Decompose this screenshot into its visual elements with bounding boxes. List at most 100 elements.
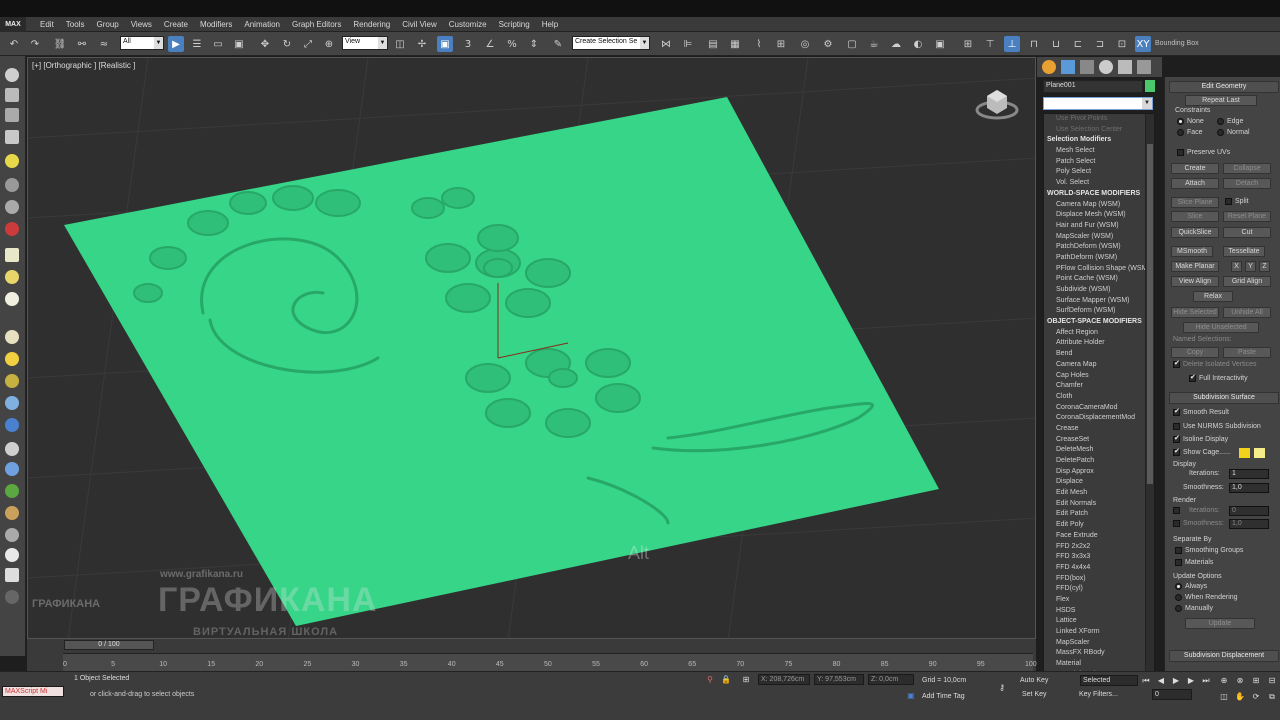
modifier-list-item[interactable]: PathDeform (WSM) [1044, 253, 1146, 264]
modifier-list-combo[interactable]: ▼ [1043, 97, 1153, 110]
menu-edit[interactable]: Edit [34, 20, 60, 29]
zoom-extents-all-icon[interactable]: ⊟ [1266, 675, 1278, 687]
keyboard-shortcut-override-icon[interactable]: ▣ [437, 36, 453, 52]
object-name-field[interactable]: Plane001 [1043, 80, 1143, 93]
update-when-rendering-radio[interactable] [1175, 594, 1182, 601]
cone-icon[interactable] [5, 270, 19, 284]
menu-scripting[interactable]: Scripting [493, 20, 536, 29]
menu-modifiers[interactable]: Modifiers [194, 20, 238, 29]
slice-button[interactable]: Slice [1171, 211, 1219, 222]
attach-button[interactable]: Attach [1171, 178, 1219, 189]
modifier-dropdown-list[interactable]: Use Pivot Points Use Selection Center Sele… [1043, 113, 1155, 678]
schematic-view-icon[interactable]: ⊞ [773, 36, 789, 52]
key-icon[interactable]: ⚷ [996, 682, 1008, 694]
particle-icon[interactable] [5, 396, 19, 410]
time-slider[interactable]: 0 / 100 [64, 640, 154, 650]
reference-coordinate-combo[interactable]: View ▼ [342, 36, 388, 50]
show-cage-checkbox[interactable] [1173, 447, 1180, 456]
rendered-frame-window-icon[interactable]: ▢ [844, 36, 860, 52]
snaps-toggle-icon[interactable]: 3 [460, 36, 476, 52]
menu-animation[interactable]: Animation [238, 20, 286, 29]
teapot-icon[interactable] [5, 68, 19, 82]
planar-y-button[interactable]: Y [1245, 261, 1256, 272]
modifier-list-item[interactable]: Poly Select [1044, 167, 1146, 178]
pyramid-icon[interactable] [5, 330, 19, 344]
go-to-start-icon[interactable]: ⏮ [1140, 675, 1152, 687]
snap-face-icon[interactable]: ⊏ [1070, 36, 1086, 52]
use-nurms-checkbox[interactable] [1173, 423, 1180, 430]
snap-grid-icon[interactable]: ⊞ [960, 36, 976, 52]
plane-icon[interactable] [5, 248, 19, 262]
render-iterations-spinner[interactable]: 0 [1229, 506, 1269, 516]
materials-checkbox[interactable] [1175, 559, 1182, 566]
plant-icon[interactable] [5, 484, 19, 498]
modifier-list-item[interactable]: Attribute Holder [1044, 338, 1146, 349]
cage-color-swatch-2[interactable] [1254, 448, 1265, 458]
grid-icon[interactable] [5, 568, 19, 582]
activeshade-icon[interactable]: ◐ [910, 36, 926, 52]
y-coordinate-field[interactable]: Y: 97,553cm [814, 674, 864, 685]
modifier-list-item[interactable]: Camera Map [1044, 360, 1146, 371]
pan-icon[interactable]: ✋ [1234, 691, 1246, 703]
hide-unselected-button[interactable]: Hide Unselected [1183, 322, 1259, 333]
unhide-all-button[interactable]: Unhide All [1223, 307, 1271, 318]
move-icon[interactable]: ✥ [257, 36, 273, 52]
layer-explorer-icon[interactable]: ▤ [705, 36, 721, 52]
menu-views[interactable]: Views [125, 20, 158, 29]
constraint-face-radio[interactable] [1177, 129, 1184, 136]
planar-x-button[interactable]: X [1231, 261, 1242, 272]
iterations-spinner[interactable]: 1 [1229, 469, 1269, 479]
time-tag-icon[interactable]: ▣ [905, 690, 917, 702]
modifier-list-item[interactable]: Edit Poly [1044, 520, 1146, 531]
modifier-list-item[interactable]: Cloth [1044, 392, 1146, 403]
menu-civil-view[interactable]: Civil View [396, 20, 443, 29]
modifier-list-item[interactable]: Mesh Select [1044, 146, 1146, 157]
figure-icon[interactable] [5, 442, 19, 456]
mirror-icon[interactable]: ⋈ [658, 36, 674, 52]
grid-align-button[interactable]: Grid Align [1223, 276, 1271, 287]
menu-graph-editors[interactable]: Graph Editors [286, 20, 347, 29]
paste-button[interactable]: Paste [1223, 347, 1271, 358]
modifier-list-item[interactable]: MapScaler [1044, 638, 1146, 649]
render-smoothness-checkbox[interactable] [1173, 520, 1180, 527]
full-interactivity-checkbox[interactable] [1189, 373, 1196, 382]
modifier-list-item[interactable]: Displace Mesh (WSM) [1044, 210, 1146, 221]
play-icon[interactable]: ▶ [1170, 675, 1182, 687]
sun-icon[interactable] [5, 352, 19, 366]
display-tab-icon[interactable] [1118, 60, 1132, 74]
maximize-viewport-icon[interactable]: ⧉ [1266, 691, 1278, 703]
undo-icon[interactable]: ↶ [6, 36, 22, 52]
modifier-list-item[interactable]: FFD 4x4x4 [1044, 563, 1146, 574]
x-coordinate-field[interactable]: X: 208,726cm [758, 674, 810, 685]
helper-icon[interactable] [5, 200, 19, 214]
window-crossing-icon[interactable]: ▣ [231, 36, 247, 52]
spinner-snap-icon[interactable]: ⇕ [526, 36, 542, 52]
render-production-icon[interactable]: ☕ [866, 36, 882, 52]
render-iterations-checkbox[interactable] [1173, 507, 1180, 514]
object-color-swatch[interactable] [1145, 80, 1155, 92]
subdivision-displacement-rollout-title[interactable]: Subdivision Displacement [1169, 650, 1279, 662]
copy-button[interactable]: Copy [1171, 347, 1219, 358]
modifier-list-item[interactable]: Material [1044, 659, 1146, 670]
render-window-icon[interactable]: ▣ [932, 36, 948, 52]
smooth-result-checkbox[interactable] [1173, 407, 1180, 416]
delete-isolated-checkbox[interactable] [1173, 359, 1180, 368]
auto-key-button[interactable]: Auto Key [1020, 677, 1048, 684]
modifier-list-item[interactable]: Affect Region [1044, 328, 1146, 339]
bind-space-warp-icon[interactable]: ≈ [96, 36, 112, 52]
quickslice-button[interactable]: QuickSlice [1171, 227, 1219, 238]
modifier-list-item[interactable]: Displace [1044, 477, 1146, 488]
bones-icon[interactable] [5, 418, 19, 432]
curve-editor-icon[interactable]: ⌇ [751, 36, 767, 52]
key-selection-combo[interactable]: Selected [1080, 675, 1138, 686]
zoom-icon[interactable]: ⊕ [1218, 675, 1230, 687]
z-coordinate-field[interactable]: Z: 0,0cm [868, 674, 914, 685]
select-by-name-icon[interactable]: ☰ [189, 36, 205, 52]
zoom-all-icon[interactable]: ⊗ [1234, 675, 1246, 687]
snap-vertex-icon[interactable]: ⊤ [982, 36, 998, 52]
modifier-list-item[interactable]: Edit Patch [1044, 509, 1146, 520]
modifier-list-item[interactable]: CreaseSet [1044, 435, 1146, 446]
slice-plane-button[interactable]: Slice Plane [1171, 197, 1219, 208]
cut-button[interactable]: Cut [1223, 227, 1271, 238]
rectangular-region-icon[interactable]: ▭ [210, 36, 226, 52]
